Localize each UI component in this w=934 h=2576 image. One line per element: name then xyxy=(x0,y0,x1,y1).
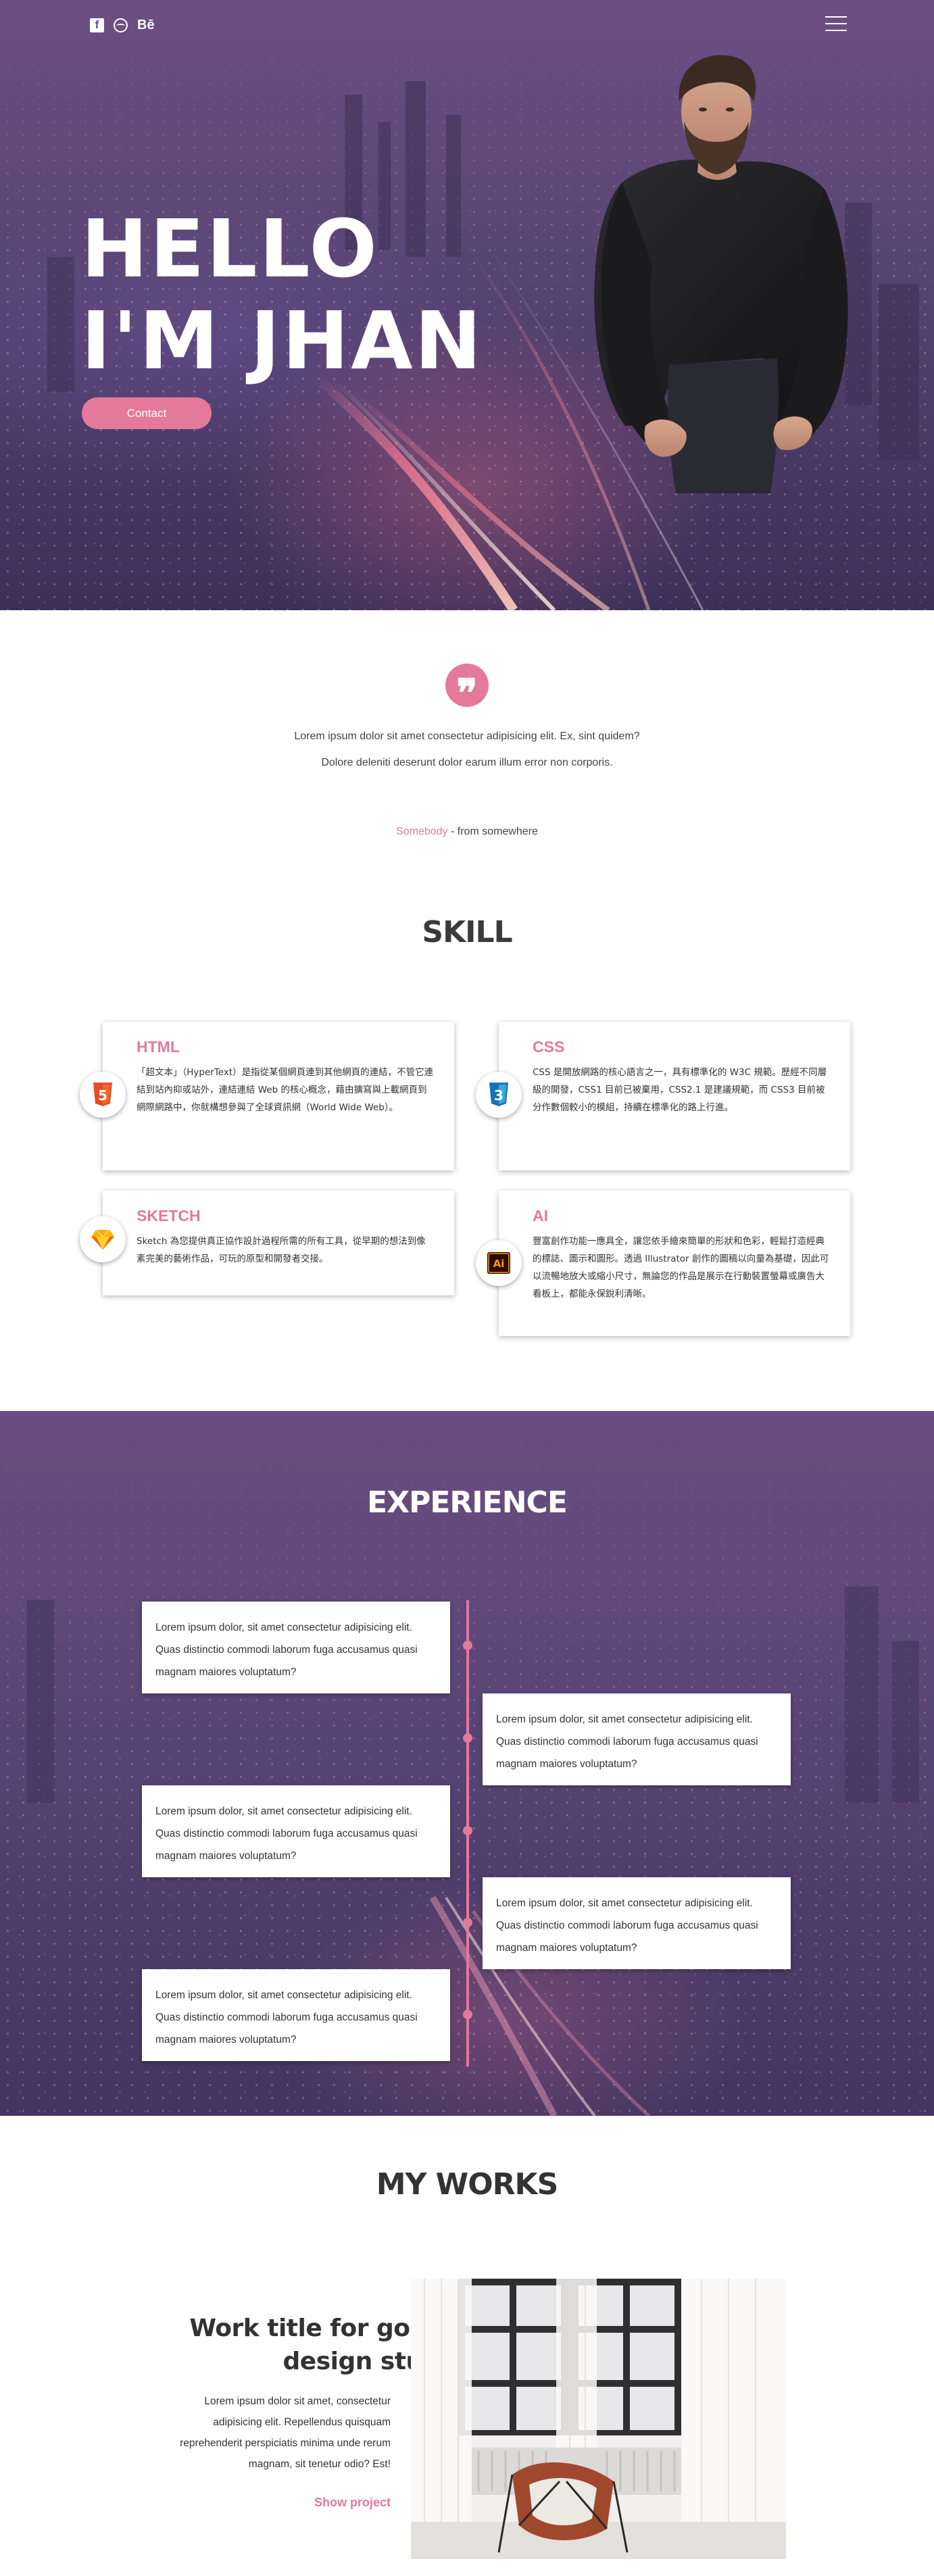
hero-title: HELLO I'M JHAN xyxy=(81,203,483,387)
svg-text:3: 3 xyxy=(494,1087,503,1104)
work-description: Lorem ipsum dolor sit amet, consectetur … xyxy=(180,2396,391,2470)
dribbble-icon[interactable] xyxy=(114,18,128,32)
experience-card: Lorem ipsum dolor, sit amet consectetur … xyxy=(483,1693,791,1785)
experience-card: Lorem ipsum dolor, sit amet consectetur … xyxy=(142,1785,450,1877)
quote-text: Lorem ipsum dolor sit amet consectetur a… xyxy=(294,730,640,768)
skill-card-sketch: SKETCH Sketch 為您提供真正協作設計過程所需的所有工具，從早期的想法… xyxy=(103,1191,454,1295)
experience-section: EXPERIENCE Lorem ipsum dolor, sit amet c… xyxy=(0,1411,934,2116)
facebook-icon[interactable]: f xyxy=(90,18,104,32)
menu-icon[interactable] xyxy=(825,16,847,31)
quote-author-name[interactable]: Somebody xyxy=(396,826,448,837)
skill-card-css: CSS CSS 是開放網路的核心語言之一，具有標準化的 W3C 規範。歷經不同層… xyxy=(499,1022,850,1170)
hero-section: f Bē HELLO I'M JHAN Contact xyxy=(0,0,934,610)
experience-card: Lorem ipsum dolor, sit amet consectetur … xyxy=(142,1969,450,2061)
experience-card: Lorem ipsum dolor, sit amet consectetur … xyxy=(483,1877,791,1969)
quote-author-source: - from somewhere xyxy=(447,826,538,837)
works-title: MY WORKS xyxy=(376,2167,559,2202)
timeline-dot xyxy=(463,1826,472,1835)
behance-icon[interactable]: Bē xyxy=(137,18,155,32)
skill-name: SKETCH xyxy=(137,1207,201,1224)
skill-description: Sketch 為您提供真正協作設計過程所需的所有工具，從早期的想法到像素完美的藝… xyxy=(137,1236,426,1264)
contact-button[interactable]: Contact xyxy=(82,397,212,429)
timeline-dot xyxy=(463,2010,472,2019)
timeline-dot xyxy=(463,1733,472,1743)
skill-name: AI xyxy=(533,1207,548,1224)
illustrator-icon: Ai xyxy=(476,1240,522,1286)
sketch-icon xyxy=(80,1216,126,1262)
timeline-dot xyxy=(463,1641,472,1650)
show-project-link[interactable]: Show project xyxy=(264,2496,391,2510)
hero-title-line1: HELLO xyxy=(81,202,379,295)
skill-title: SKILL xyxy=(422,915,512,949)
social-links: f Bē xyxy=(90,18,155,32)
quote-author: Somebody - from somewhere xyxy=(284,826,650,838)
skill-description: 豐富創作功能一應具全，讓您依手繪來簡單的形狀和色彩，輕鬆打造經典的標誌、圖示和圖… xyxy=(533,1236,829,1299)
skill-card-ai: AI 豐富創作功能一應具全，讓您依手繪來簡單的形狀和色彩，輕鬆打造經典的標誌、圖… xyxy=(499,1191,850,1336)
skill-name: HTML xyxy=(137,1038,180,1056)
work-title: Work title for good design stuff xyxy=(189,2314,443,2375)
experience-card: Lorem ipsum dolor, sit amet consectetur … xyxy=(142,1602,450,1693)
quote-icon: ❞ xyxy=(445,664,489,716)
css3-icon: 3 xyxy=(476,1072,522,1118)
html5-icon: 5 xyxy=(80,1072,126,1118)
hero-title-line2: I'M JHAN xyxy=(81,294,484,387)
svg-text:5: 5 xyxy=(98,1087,107,1104)
portrait-image xyxy=(594,55,848,493)
svg-text:Ai: Ai xyxy=(493,1258,505,1270)
timeline-dot xyxy=(463,1918,472,1927)
page: f Bē HELLO I'M JHAN Contact ❞ Lorem ipsu… xyxy=(0,0,934,2576)
skill-name: CSS xyxy=(533,1038,565,1056)
work-image xyxy=(411,2279,786,2559)
experience-title: EXPERIENCE xyxy=(367,1485,568,1520)
skill-description: 「超文本」（HyperText）是指從某個網頁連到其他網頁的連結，不管它連結到站… xyxy=(137,1067,434,1113)
skill-description: CSS 是開放網路的核心語言之一，具有標準化的 W3C 規範。歷經不同層級的開發… xyxy=(533,1067,827,1113)
skill-card-html: HTML 「超文本」（HyperText）是指從某個網頁連到其他網頁的連結，不管… xyxy=(103,1022,454,1170)
